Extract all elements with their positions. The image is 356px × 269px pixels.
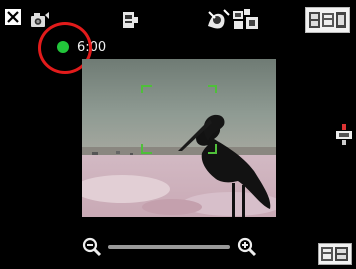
close-icon[interactable] — [5, 9, 21, 25]
exposure-indicator-icon — [334, 124, 354, 146]
camera-viewfinder[interactable] — [82, 59, 276, 217]
scene-mode-icon[interactable] — [232, 8, 260, 32]
flash-icon[interactable] — [121, 10, 141, 32]
settings-badge[interactable] — [305, 7, 350, 33]
zoom-in-icon[interactable] — [237, 237, 257, 257]
zoom-slider[interactable] — [108, 245, 230, 249]
zoom-out-icon[interactable] — [82, 237, 102, 257]
menu-button[interactable] — [318, 243, 352, 265]
white-balance-icon[interactable] — [206, 8, 231, 32]
